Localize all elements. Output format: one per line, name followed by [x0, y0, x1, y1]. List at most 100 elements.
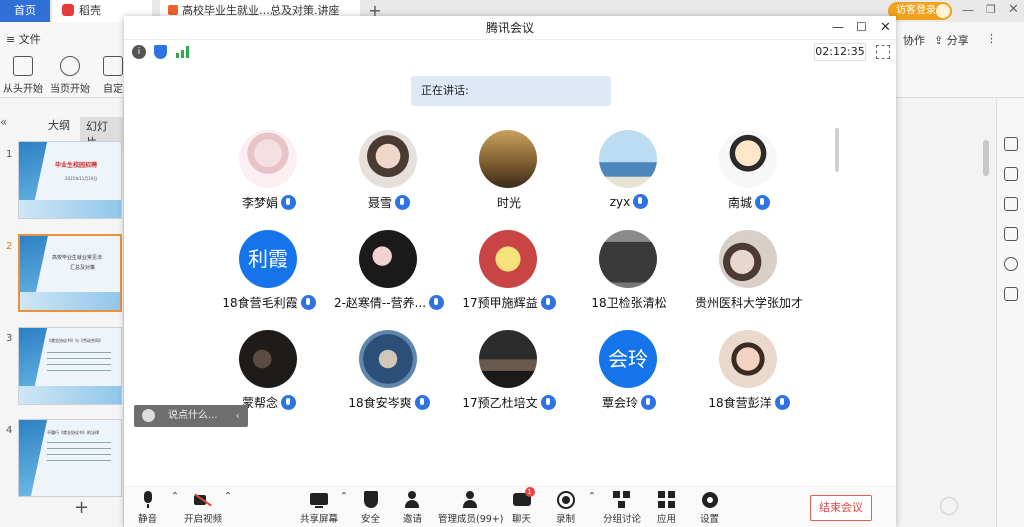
participant-tile[interactable]: 聂雪 — [329, 130, 449, 214]
chat-label: 聊天 — [512, 514, 532, 525]
fullscreen-icon[interactable] — [876, 45, 890, 59]
microphone-icon — [300, 295, 316, 310]
close-icon[interactable]: ✕ — [880, 20, 891, 35]
slide-thumbnail-1[interactable]: 毕业生校园招聘 2021年11月19日 — [18, 141, 122, 219]
participant-name: 17预甲施辉益 — [462, 296, 538, 310]
participant-name-line: 18卫检张清松 — [569, 294, 689, 311]
participant-name-line: 李梦娟 — [209, 194, 329, 211]
security-button[interactable]: 安全 — [361, 491, 380, 525]
participant-tile[interactable]: 17预乙杜培文 — [449, 330, 569, 414]
help-icon[interactable] — [1004, 257, 1018, 271]
share-menu[interactable]: ⇪ 分享 — [934, 32, 969, 48]
participant-tile[interactable]: 李梦娟 — [209, 130, 329, 214]
avatar: 会玲 — [599, 330, 657, 388]
participant-tile[interactable]: 18食营彭洋 — [689, 330, 809, 414]
slide-decoration — [19, 420, 48, 496]
end-meeting-button[interactable]: 结束会议 — [810, 495, 872, 521]
shield-icon[interactable] — [154, 45, 167, 59]
participant-tile[interactable]: 17预甲施辉益 — [449, 230, 569, 314]
close-icon[interactable]: ✕ — [1008, 2, 1024, 17]
slide-number: 1 — [6, 149, 13, 160]
chevron-up-icon[interactable]: ⌃ — [588, 491, 596, 502]
mute-button[interactable]: 静音 — [138, 491, 157, 525]
participant-name: zyx — [609, 195, 631, 209]
avatar-icon — [936, 4, 950, 18]
slide-number: 2 — [6, 241, 13, 252]
signal-icon[interactable] — [176, 46, 190, 58]
slide-number: 4 — [6, 425, 13, 436]
maximize-icon[interactable]: ☐ — [856, 20, 867, 34]
chevron-up-icon[interactable]: ⌃ — [171, 491, 179, 502]
avatar — [359, 230, 417, 288]
from-current-button[interactable]: 当页开始 — [48, 54, 92, 95]
participant-tile[interactable]: 时光 — [449, 130, 569, 214]
watermark-logo-icon — [940, 497, 958, 515]
members-button[interactable]: 管理成员(99+) — [438, 491, 503, 525]
tab-outline[interactable]: 大纲 — [48, 117, 70, 133]
participant-name-line: 聂雪 — [329, 194, 449, 211]
chat-input[interactable]: 说点什么... ‹ — [134, 405, 248, 427]
custom-show-button[interactable]: 自定 — [102, 54, 124, 95]
slideshow-icon — [13, 56, 33, 76]
video-button[interactable]: 开启视频 — [184, 491, 222, 525]
file-menu[interactable]: ≡ 文件 — [6, 31, 41, 47]
scrollbar[interactable] — [983, 140, 989, 176]
meeting-window: 腾讯会议 — ☐ ✕ i 02:12:35 正在讲话: 李梦娟 聂雪 时光 zy… — [124, 16, 896, 527]
chevron-left-icon[interactable]: ‹ — [236, 405, 240, 427]
tab-home[interactable]: 首页 — [0, 0, 50, 22]
minimize-icon[interactable]: — — [962, 3, 978, 17]
chat-button[interactable]: 1 聊天 — [512, 487, 535, 525]
participant-name: 南城 — [727, 196, 752, 210]
participant-tile[interactable]: 18卫检张清松 — [569, 230, 689, 314]
participant-name: 18食营彭洋 — [708, 396, 772, 410]
share-screen-button[interactable]: 共享屏幕 — [300, 491, 338, 525]
participant-tile[interactable]: 蒙帮念 — [209, 330, 329, 414]
record-button[interactable]: 录制 — [556, 491, 575, 525]
add-slide-button[interactable]: + — [74, 497, 89, 518]
participant-tile[interactable]: 18食安岑爽 — [329, 330, 449, 414]
apps-button[interactable]: 应用 — [657, 491, 676, 525]
maximize-icon[interactable]: ❐ — [986, 3, 1002, 16]
star-icon[interactable] — [1004, 197, 1018, 211]
meeting-toolbar: 静音 ⌃ 开启视频 ⌃ 共享屏幕 ⌃ 安全 邀请 管理成员(99+) 1 聊天 录… — [124, 486, 896, 527]
participant-tile[interactable]: 贵州医科大学张加才 — [689, 230, 809, 314]
participant-name-line: 17预甲施辉益 — [449, 294, 569, 311]
avatar — [479, 330, 537, 388]
scrollbar[interactable] — [835, 128, 839, 172]
chevron-up-icon[interactable]: ⌃ — [224, 491, 232, 502]
participant-tile[interactable]: 南城 — [689, 130, 809, 214]
from-start-button[interactable]: 从头开始 — [2, 54, 44, 95]
participant-name: 18卫检张清松 — [591, 296, 667, 310]
slide-thumbnail-4[interactable]: 不履行《就业协议书》的法律 — [18, 419, 122, 497]
invite-button[interactable]: 邀请 — [403, 491, 422, 525]
participant-tile[interactable]: 利霞 18食营毛利霞 — [209, 230, 329, 314]
participant-tile[interactable]: 2-赵寒倩--营养... — [329, 230, 449, 314]
media-icon[interactable] — [1004, 287, 1018, 301]
info-icon[interactable]: i — [132, 45, 146, 59]
share-icon: ⇪ — [934, 34, 947, 47]
more-icon[interactable]: ⋮ — [986, 32, 997, 45]
avatar — [719, 230, 777, 288]
tab-docer-label: 稻壳 — [79, 4, 101, 17]
sliders-icon[interactable] — [1004, 167, 1018, 181]
participant-tile[interactable]: 会玲 覃会玲 — [569, 330, 689, 414]
avatar — [599, 130, 657, 188]
participant-tile[interactable]: zyx — [569, 130, 689, 214]
chevron-up-icon[interactable]: ⌃ — [340, 491, 348, 502]
minimize-icon[interactable]: — — [832, 20, 844, 34]
slide-decoration — [20, 292, 120, 310]
slide-thumbnail-3[interactable]: 《就业协议书》与《劳动合同》 — [18, 327, 122, 405]
microphone-icon — [414, 395, 430, 410]
rocket-icon[interactable] — [1004, 137, 1018, 151]
breakout-button[interactable]: 分组讨论 — [603, 491, 641, 525]
slide-thumbnail-2[interactable]: 高校毕业生就业常见法 汇总及对策 — [18, 234, 122, 312]
microphone-icon — [540, 295, 556, 310]
emoji-icon[interactable] — [142, 409, 155, 422]
settings-button[interactable]: 设置 — [700, 491, 719, 525]
copy-icon[interactable] — [1004, 227, 1018, 241]
collab-menu[interactable]: 协作 — [903, 32, 925, 48]
from-current-label: 当页开始 — [50, 84, 90, 95]
avatar: 利霞 — [239, 230, 297, 288]
visitor-login-button[interactable]: 访客登录 — [888, 2, 952, 20]
participant-name-line: 贵州医科大学张加才 — [689, 294, 809, 311]
